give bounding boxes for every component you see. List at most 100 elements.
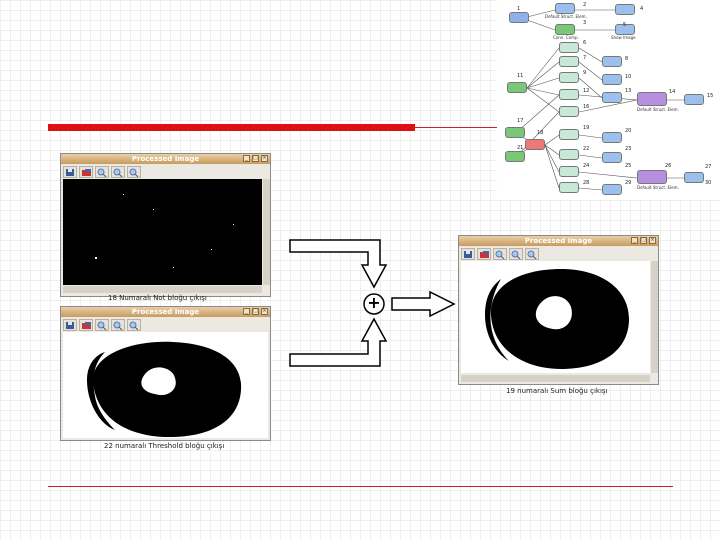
bottom-bend-arrow (289, 317, 388, 367)
zoom-fit-button[interactable] (127, 165, 141, 178)
sum-output-window: Processed Image _ □ × (458, 235, 659, 385)
image-toolbar (63, 165, 141, 178)
diagram-number: 24 (583, 163, 590, 169)
horizontal-scrollbar[interactable] (63, 286, 262, 293)
diagram-node-label: Show Image (611, 35, 636, 40)
horizontal-scrollbar[interactable] (461, 375, 650, 382)
diagram-number: 9 (583, 70, 587, 76)
save-icon (66, 321, 74, 329)
image-toolbar (461, 247, 539, 260)
zoom-fit-icon (129, 321, 139, 330)
save-icon (464, 250, 472, 258)
diagram-node-label: Default Struct. Elem. (637, 185, 679, 190)
diagram-number: 4 (640, 6, 644, 12)
diagram-node-label: Default Struct. Elem. (545, 14, 587, 19)
zoom-out-button[interactable] (111, 165, 125, 178)
diagram-node-6 (559, 42, 579, 53)
maximize-button[interactable]: □ (252, 308, 259, 315)
diagram-node-26 (602, 184, 622, 195)
minimize-button[interactable]: _ (631, 237, 638, 244)
right-rule-line (415, 127, 505, 128)
diagram-node-14 (602, 92, 622, 103)
diagram-number: 15 (707, 93, 714, 99)
zoom-out-button[interactable] (111, 318, 125, 331)
minimize-button[interactable]: _ (243, 308, 250, 315)
zoom-out-button[interactable] (509, 247, 523, 260)
sum-output-image (461, 261, 650, 373)
diagram-number: 26 (665, 163, 672, 169)
open-icon (480, 250, 489, 258)
save-button[interactable] (63, 318, 77, 331)
diagram-node-label: Conn. Comp. (553, 35, 579, 40)
diagram-number: 29 (625, 180, 632, 186)
diagram-number: 27 (705, 164, 712, 170)
diagram-node-17 (505, 127, 525, 138)
window-title: Processed Image (131, 308, 200, 316)
diagram-node-10 (559, 106, 579, 117)
zoom-in-button[interactable] (493, 247, 507, 260)
sum-blob-image (485, 269, 629, 369)
open-button[interactable] (79, 165, 93, 178)
window-titlebar[interactable]: Processed Image _ □ × (459, 236, 658, 246)
zoom-out-icon (511, 250, 521, 259)
zoom-out-icon (113, 321, 123, 330)
diagram-number: 7 (583, 55, 587, 61)
diagram-node-9 (559, 89, 579, 100)
maximize-button[interactable]: □ (252, 155, 259, 162)
threshold-output-image (63, 332, 268, 438)
diagram-node-15 (637, 92, 667, 106)
close-button[interactable]: × (261, 155, 268, 162)
diagram-node-18 (505, 151, 525, 162)
diagram-node-22 (559, 166, 579, 177)
zoom-fit-button[interactable] (127, 318, 141, 331)
diagram-number: 18 (537, 130, 544, 136)
diagram-number: 20 (625, 128, 632, 134)
open-button[interactable] (477, 247, 491, 260)
minimize-button[interactable]: _ (243, 155, 250, 162)
sum-output-caption: 19 numaralı Sum bloğu çıkışı (506, 387, 608, 395)
diagram-number: 6 (583, 40, 587, 46)
window-titlebar[interactable]: Processed Image _ □ × (61, 307, 270, 317)
diagram-number: 30 (705, 180, 712, 186)
accent-red-bar (48, 124, 415, 131)
noise-specks (95, 194, 234, 268)
threshold-blob-image (87, 341, 242, 438)
diagram-number: 17 (517, 118, 524, 124)
diagram-number: 5 (623, 22, 627, 28)
diagram-node-2 (555, 3, 575, 14)
diagram-number: 3 (583, 20, 587, 26)
diagram-node-25 (602, 152, 622, 163)
diagram-node-23 (559, 182, 579, 193)
diagram-number: 25 (625, 163, 632, 169)
diagram-node-27 (637, 170, 667, 184)
diagram-number: 23 (625, 146, 632, 152)
threshold-output-caption: 22 numaralı Threshold bloğu çıkışı (104, 442, 225, 450)
open-button[interactable] (79, 318, 93, 331)
diagram-node-12 (602, 56, 622, 67)
diagram-node-7 (559, 56, 579, 67)
save-button[interactable] (63, 165, 77, 178)
diagram-number: 28 (583, 180, 590, 186)
window-titlebar[interactable]: Processed Image _ □ × (61, 154, 270, 164)
close-button[interactable]: × (649, 237, 656, 244)
diagram-number: 14 (669, 89, 676, 95)
vertical-scrollbar[interactable] (263, 179, 270, 285)
diagram-node-24 (602, 132, 622, 143)
maximize-button[interactable]: □ (640, 237, 647, 244)
diagram-number: 22 (583, 146, 590, 152)
zoom-in-icon (97, 168, 107, 177)
vertical-scrollbar[interactable] (651, 261, 658, 373)
top-bend-arrow (289, 239, 388, 289)
zoom-in-button[interactable] (95, 318, 109, 331)
zoom-in-icon (495, 250, 505, 259)
diagram-node-8 (559, 72, 579, 83)
save-button[interactable] (461, 247, 475, 260)
not-output-window: Processed Image _ □ × (60, 153, 271, 297)
diagram-number: 21 (517, 145, 524, 151)
zoom-fit-button[interactable] (525, 247, 539, 260)
diagram-node-20 (559, 129, 579, 140)
close-button[interactable]: × (261, 308, 268, 315)
zoom-in-button[interactable] (95, 165, 109, 178)
diagram-node-16 (684, 94, 704, 105)
not-output-image (63, 179, 262, 285)
